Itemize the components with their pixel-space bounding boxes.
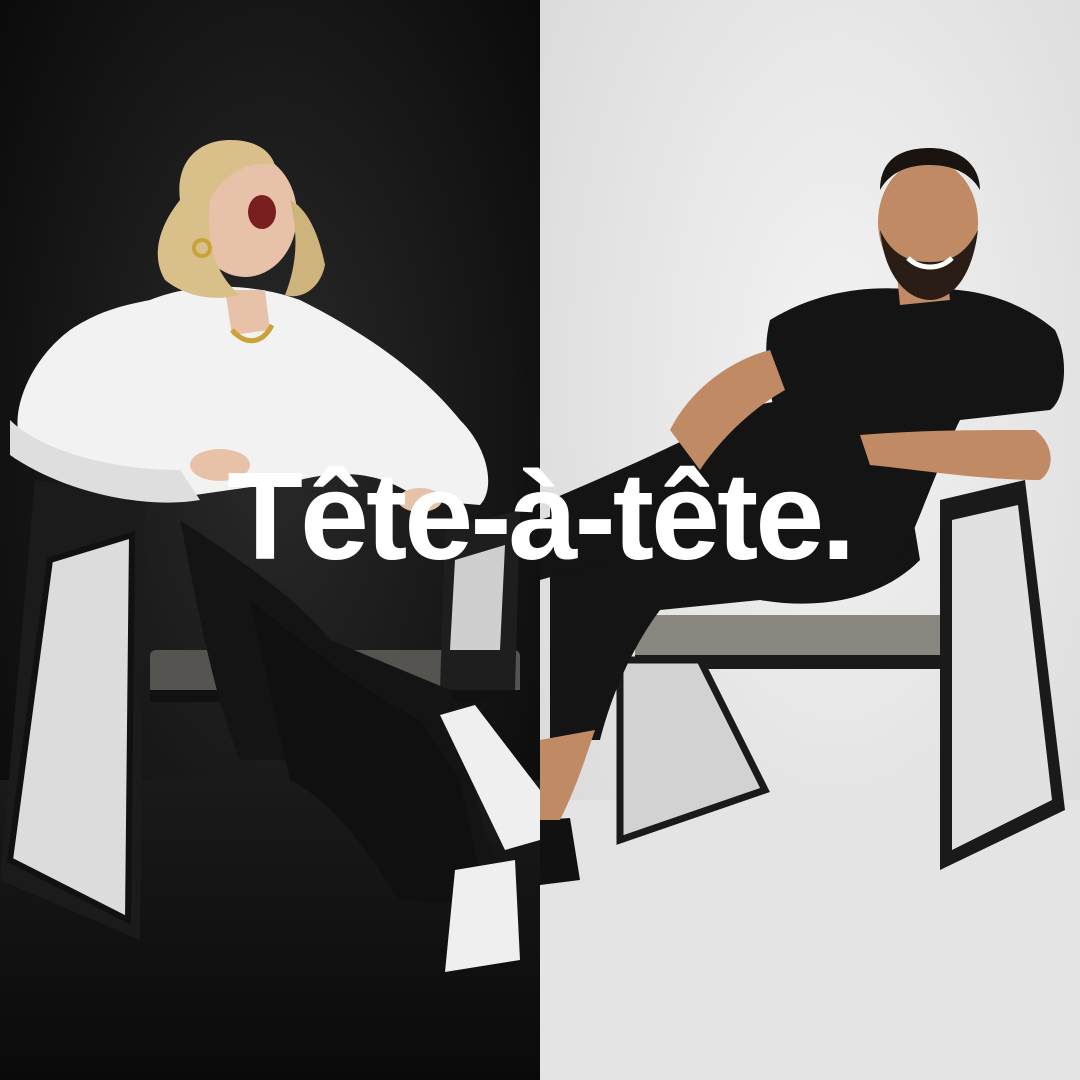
right-photo (540, 0, 1080, 1080)
left-photo (0, 0, 540, 1080)
right-photo-panel (540, 0, 1080, 1080)
left-photo-panel (0, 0, 540, 1080)
split-photo: Tête-à-tête. (0, 0, 1080, 1080)
